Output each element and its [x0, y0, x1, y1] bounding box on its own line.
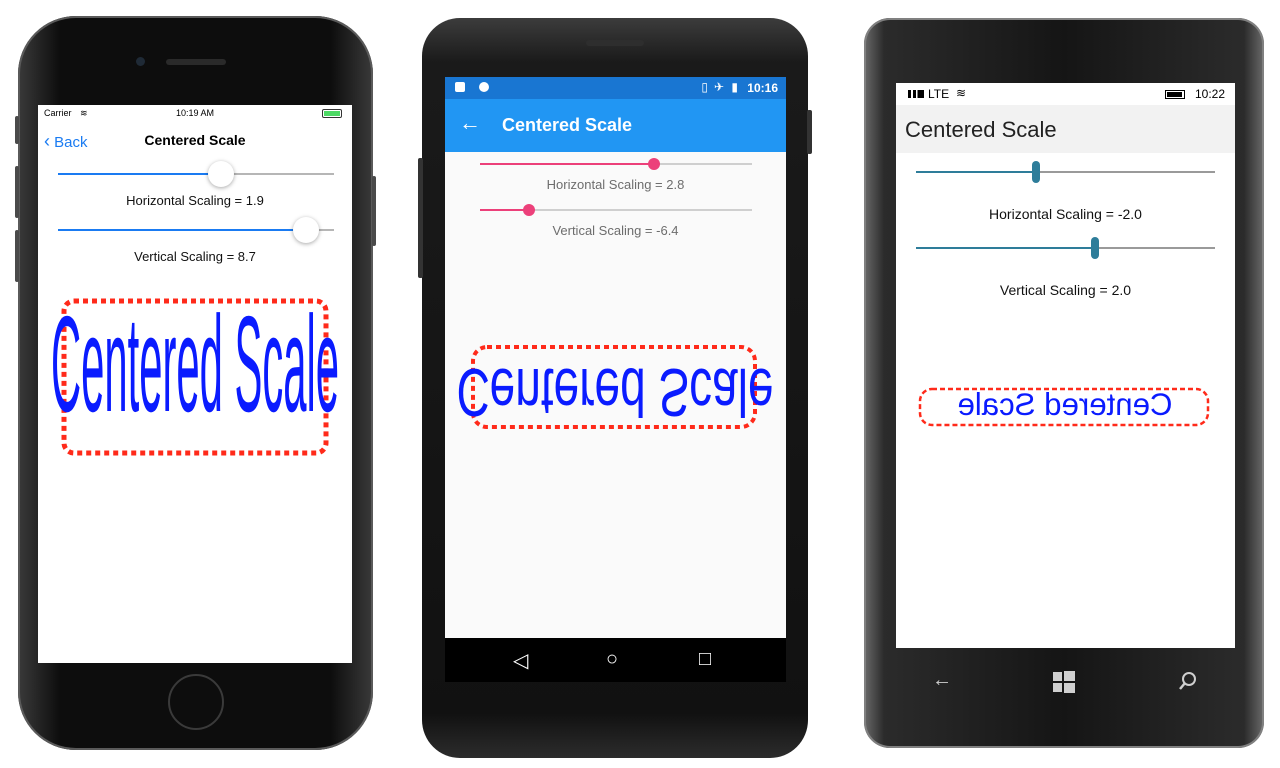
slider-fill — [58, 229, 307, 231]
slider-fill — [58, 173, 221, 175]
horizontal-scaling-label: Horizontal Scaling = 2.8 — [546, 177, 685, 192]
wifi-icon: ≋ — [956, 86, 967, 100]
slider-thumb[interactable] — [1091, 237, 1100, 259]
windows-phone-device: LTE ≋ 10:22 Centered Scale Horizontal Sc… — [864, 18, 1264, 748]
battery-icon — [322, 109, 342, 118]
slider-thumb[interactable] — [1031, 161, 1040, 183]
airplane-icon: ✈ — [713, 80, 724, 94]
page-title: Centered Scale — [905, 117, 1057, 142]
iphone-screen: Carrier ≋ 10:19 AM ‹ Back Centered Scale… — [38, 105, 352, 663]
iphone-device: Carrier ≋ 10:19 AM ‹ Back Centered Scale… — [15, 16, 376, 750]
slider-thumb[interactable] — [648, 158, 661, 170]
ios-navigation-bar: ‹ Back Centered Scale — [38, 123, 352, 157]
no-sim-icon: ▯ — [701, 80, 708, 94]
home-button[interactable] — [168, 674, 224, 730]
scaled-text: Centered Scale — [456, 354, 773, 430]
front-camera — [136, 57, 145, 66]
horizontal-scaling-label: Horizontal Scaling = -2.0 — [989, 206, 1142, 222]
power-button — [372, 176, 376, 246]
vertical-scaling-slider[interactable] — [916, 233, 1215, 263]
signal-icon — [908, 90, 924, 98]
android-app-bar: ← Centered Scale — [445, 99, 786, 152]
vertical-scaling-label: Vertical Scaling = -6.4 — [552, 223, 679, 238]
volume-down-button — [15, 230, 19, 282]
wp-status-bar: LTE ≋ 10:22 — [896, 83, 1235, 105]
scaled-text-canvas: Centered Scale — [51, 289, 339, 456]
scaled-text-canvas: Centered Scale — [456, 345, 774, 430]
android-screen: ▯ ✈ ▮ 10:16 ← Centered Scale Horizontal … — [445, 77, 786, 678]
android-nav-bar: ◁ ○ □ — [445, 638, 786, 682]
slider-fill — [916, 171, 1036, 173]
horizontal-scaling-slider[interactable] — [480, 154, 752, 174]
recent-apps-button[interactable]: □ — [699, 648, 711, 671]
scaled-text-canvas: Centered Scale — [918, 387, 1210, 427]
page-title: Centered Scale — [502, 115, 633, 135]
slider-fill — [480, 209, 529, 211]
windows-phone-screen: LTE ≋ 10:22 Centered Scale Horizontal Sc… — [896, 83, 1235, 648]
slider-thumb[interactable] — [293, 217, 320, 243]
android-clock: 10:16 — [747, 81, 778, 95]
volume-up-button — [15, 166, 19, 218]
page-title: Centered Scale — [144, 132, 246, 148]
wp-nav-bar: ← — [896, 653, 1235, 713]
network-label: LTE — [928, 87, 950, 101]
search-icon[interactable] — [1178, 671, 1198, 696]
battery-icon — [1165, 90, 1185, 99]
home-nav-button[interactable]: ○ — [606, 648, 618, 671]
earpiece-speaker — [166, 59, 226, 65]
android-notification-icon — [479, 82, 489, 92]
power-button — [807, 110, 812, 154]
slider-fill — [480, 163, 655, 165]
android-status-bar: ▯ ✈ ▮ 10:16 — [445, 77, 786, 99]
earpiece-speaker — [586, 40, 644, 46]
back-arrow-icon[interactable]: ← — [932, 669, 952, 692]
volume-button — [418, 158, 423, 278]
wp-header: Centered Scale — [896, 105, 1235, 153]
image-notification-icon — [455, 82, 465, 92]
wp-clock: 10:22 — [1194, 87, 1225, 101]
start-icon[interactable] — [1053, 671, 1075, 693]
ios-clock: 10:19 AM — [175, 108, 215, 118]
slider-thumb[interactable] — [522, 204, 535, 216]
vertical-scaling-slider[interactable] — [480, 200, 752, 220]
vertical-scaling-label: Vertical Scaling = 2.0 — [999, 282, 1132, 298]
android-device: ▯ ✈ ▮ 10:16 ← Centered Scale Horizontal … — [418, 18, 812, 758]
horizontal-scaling-slider[interactable] — [916, 157, 1215, 187]
ios-status-bar: Carrier ≋ 10:19 AM — [38, 105, 352, 121]
mute-switch — [15, 116, 19, 144]
vertical-scaling-slider[interactable] — [58, 216, 334, 244]
slider-thumb[interactable] — [207, 161, 234, 187]
horizontal-scaling-label: Horizontal Scaling = 1.9 — [126, 193, 264, 208]
horizontal-scaling-slider[interactable] — [58, 160, 334, 188]
slider-fill — [916, 247, 1096, 249]
back-nav-button[interactable]: ◁ — [513, 648, 528, 673]
scaled-text: Centered Scale — [51, 289, 339, 440]
vertical-scaling-label: Vertical Scaling = 8.7 — [134, 249, 256, 264]
scaled-text: Centered Scale — [958, 387, 1173, 422]
arrow-left-icon[interactable]: ← — [459, 110, 481, 136]
battery-charging-icon: ▮ — [731, 80, 738, 94]
